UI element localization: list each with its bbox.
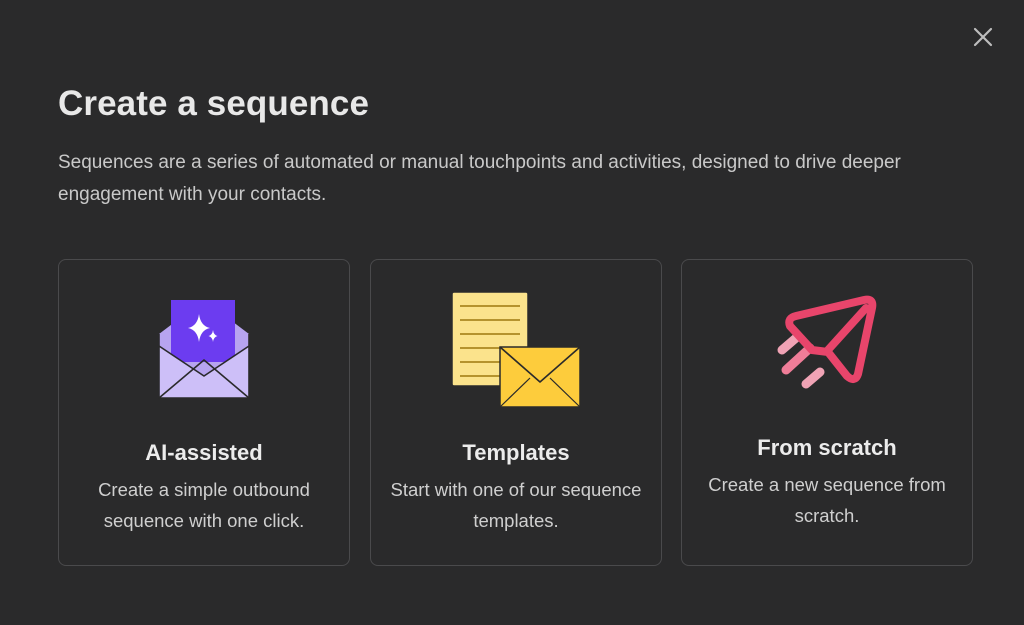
option-card-from-scratch[interactable]: From scratch Create a new sequence from … — [681, 259, 973, 566]
dialog-title: Create a sequence — [58, 84, 370, 123]
option-description: Create a simple outbound sequence with o… — [98, 479, 310, 531]
template-document-envelope-icon — [451, 291, 581, 408]
option-title: From scratch — [757, 435, 897, 460]
illustration — [682, 290, 972, 410]
option-description: Start with one of our sequence templates… — [390, 479, 642, 531]
close-button[interactable] — [966, 20, 1000, 54]
illustration — [371, 290, 661, 410]
create-sequence-dialog: Create a sequence Sequences are a series… — [0, 0, 1024, 625]
option-card-ai-assisted[interactable]: AI-assisted Create a simple outbound seq… — [58, 259, 350, 566]
illustration — [59, 290, 349, 410]
option-card-templates[interactable]: Templates Start with one of our sequence… — [370, 259, 662, 566]
ai-envelope-icon — [158, 300, 250, 399]
option-title: AI-assisted — [145, 440, 263, 465]
paper-plane-icon — [777, 295, 877, 389]
close-icon[interactable] — [972, 26, 994, 48]
option-description: Create a new sequence from scratch. — [708, 474, 946, 526]
option-title: Templates — [462, 440, 570, 465]
dialog-description: Sequences are a series of automated or m… — [58, 152, 901, 205]
